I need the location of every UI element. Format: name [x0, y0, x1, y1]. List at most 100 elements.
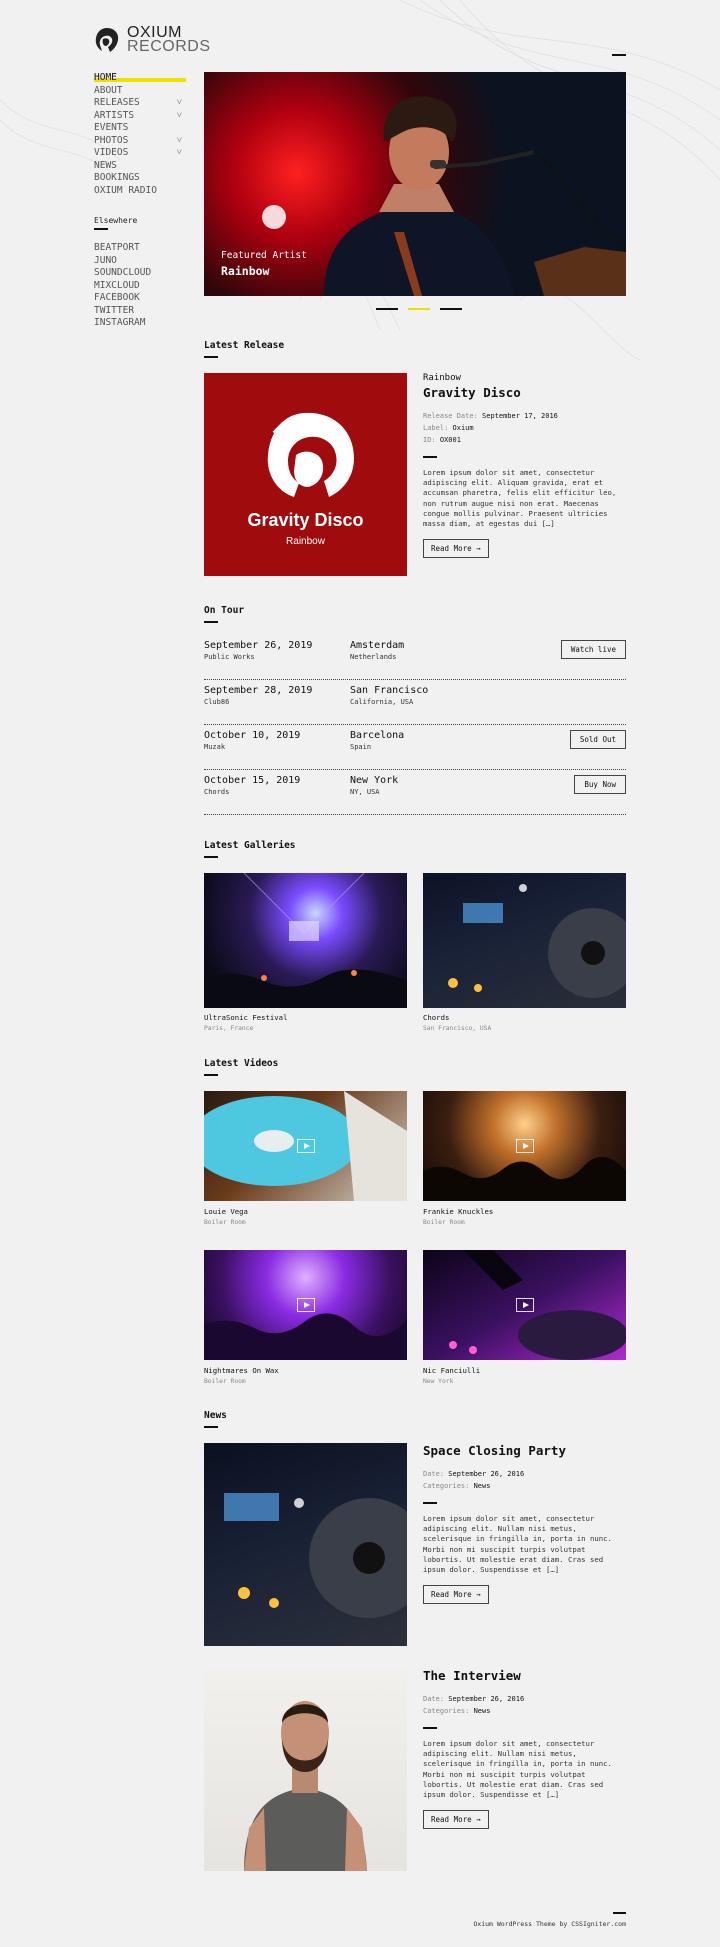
video-thumb-nic-fanciulli[interactable]	[423, 1250, 626, 1360]
heading-underline	[204, 856, 218, 858]
social-link-twitter[interactable]: TWITTER	[94, 305, 151, 318]
read-more-button[interactable]: Read More →	[423, 539, 489, 559]
release-title[interactable]: Gravity Disco	[423, 385, 626, 400]
logo-line2: RECORDS	[127, 38, 211, 55]
chevron-down-icon: ˅	[176, 109, 182, 121]
video-title[interactable]: Frankie Knuckles	[423, 1207, 493, 1216]
slider-dot-1[interactable]	[376, 308, 398, 310]
play-icon[interactable]	[296, 1139, 315, 1153]
nav-item-home[interactable]: HOME	[94, 72, 182, 85]
chevron-down-icon: ˅	[176, 97, 182, 108]
slider-dot-2[interactable]	[408, 308, 430, 310]
news-title[interactable]: Space Closing Party	[423, 1443, 626, 1458]
concert-stage-image	[204, 873, 407, 1008]
tour-city: Amsterdam	[350, 640, 405, 651]
video-title[interactable]: Nic Fanciulli	[423, 1366, 480, 1375]
buy-now-button[interactable]: Buy Now	[574, 775, 626, 794]
heading-text: Latest Videos	[204, 1058, 279, 1069]
nav-item-videos[interactable]: VIDEOS ˅	[94, 147, 182, 160]
main-nav: HOME ABOUT RELEASES ˅ ARTISTS ˅ EVENTS PHO…	[94, 72, 182, 197]
sold-out-button[interactable]: Sold Out	[569, 730, 626, 749]
meta-value[interactable]: News	[474, 1707, 491, 1715]
cover-subtitle: Rainbow	[286, 536, 325, 547]
video-title[interactable]: Nightmares On Wax	[204, 1366, 279, 1375]
hero-caption-small: Featured Artist	[221, 250, 307, 261]
hero-caption-title[interactable]: Rainbow	[221, 264, 269, 278]
nav-item-photos[interactable]: PHOTOS ˅	[94, 135, 182, 148]
play-icon[interactable]	[515, 1139, 534, 1153]
release-meta-id: ID: OX001	[423, 434, 626, 446]
footer-credit[interactable]: Oxium WordPress Theme by CSSIgniter.com	[473, 1920, 626, 1928]
nav-item-events[interactable]: EVENTS	[94, 122, 182, 135]
tour-row: September 28, 2019 Club86 San Francisco …	[204, 680, 626, 725]
social-link-beatport[interactable]: BEATPORT	[94, 242, 151, 255]
release-artist[interactable]: Rainbow	[423, 373, 626, 383]
gallery-thumb-ultrasonic[interactable]	[204, 873, 407, 1008]
tour-venue: Public Works	[204, 653, 255, 661]
lion-logo-icon	[95, 28, 119, 52]
video-thumb-frankie-knuckles[interactable]	[423, 1091, 626, 1201]
social-link-instagram[interactable]: INSTAGRAM	[94, 317, 151, 330]
meta-value: September 26, 2016	[448, 1695, 525, 1703]
news-info: The Interview Date: September 26, 2016 C…	[423, 1668, 626, 1830]
meta-value[interactable]: News	[474, 1482, 491, 1490]
social-link-soundcloud[interactable]: SOUNDCLOUD	[94, 267, 151, 280]
social-link-mixcloud[interactable]: MIXCLOUD	[94, 280, 151, 293]
nav-label: BOOKINGS	[94, 172, 140, 183]
tour-city: Barcelona	[350, 730, 405, 741]
hero-slider[interactable]: Featured Artist Rainbow	[204, 72, 626, 296]
release-info: Rainbow Gravity Disco Release Date: Sept…	[423, 373, 626, 559]
meta-label: ID:	[423, 436, 436, 444]
nav-item-news[interactable]: NEWS	[94, 160, 182, 173]
gallery-subtitle: Paris, France	[204, 1025, 254, 1032]
nav-item-artists[interactable]: ARTISTS ˅	[94, 110, 182, 123]
social-link-facebook[interactable]: FACEBOOK	[94, 292, 151, 305]
read-more-button[interactable]: Read More →	[423, 1585, 489, 1605]
tour-venue: Chords	[204, 788, 230, 796]
play-icon[interactable]	[296, 1298, 315, 1312]
tour-country: Netherlands	[350, 653, 397, 661]
slider-dot-3[interactable]	[440, 308, 462, 310]
news-excerpt: Lorem ipsum dolor sit amet, consectetur …	[423, 1739, 612, 1800]
heading-underline	[94, 228, 108, 230]
social-links: BEATPORT JUNO SOUNDCLOUD MIXCLOUD FACEBO…	[94, 242, 151, 330]
section-heading-latest-videos: Latest Videos	[204, 1058, 278, 1076]
section-heading-on-tour: On Tour	[204, 605, 244, 623]
nav-label: RELEASES	[94, 97, 140, 108]
menu-toggle-icon[interactable]	[612, 54, 626, 56]
nav-item-oxium-radio[interactable]: OXIUM RADIO	[94, 185, 182, 198]
news-meta-date: Date: September 26, 2016	[423, 1468, 626, 1480]
watch-live-button[interactable]: Watch live	[560, 640, 626, 659]
news-info: Space Closing Party Date: September 26, …	[423, 1443, 626, 1605]
news-title[interactable]: The Interview	[423, 1668, 626, 1683]
tour-venue: Club86	[204, 698, 230, 706]
gallery-title[interactable]: UltraSonic Festival	[204, 1013, 287, 1022]
gallery-title[interactable]: Chords	[423, 1013, 449, 1022]
slider-pagination	[376, 308, 462, 310]
news-thumb-space-closing-party[interactable]	[204, 1443, 407, 1646]
nav-label: NEWS	[94, 159, 117, 171]
site-logo[interactable]: OXIUM RECORDS	[93, 25, 211, 55]
tour-date: October 10, 2019	[204, 730, 301, 741]
video-title[interactable]: Louie Vega	[204, 1207, 248, 1216]
nav-item-bookings[interactable]: BOOKINGS	[94, 172, 182, 185]
release-cover[interactable]: Gravity Disco Rainbow	[204, 373, 407, 576]
play-icon[interactable]	[515, 1298, 534, 1312]
read-more-button[interactable]: Read More →	[423, 1810, 489, 1830]
nav-item-releases[interactable]: RELEASES ˅	[94, 97, 182, 110]
heading-text: Latest Galleries	[204, 840, 296, 851]
tour-row: September 26, 2019 Public Works Amsterda…	[204, 635, 626, 680]
gallery-thumb-chords[interactable]	[423, 873, 626, 1008]
hero-image-singer	[262, 96, 626, 296]
tour-country: California, USA	[350, 698, 414, 706]
news-thumb-the-interview[interactable]	[204, 1668, 407, 1871]
social-link-juno[interactable]: JUNO	[94, 255, 151, 268]
tour-country: NY, USA	[350, 788, 380, 796]
video-thumb-nightmares-on-wax[interactable]	[204, 1250, 407, 1360]
section-heading-latest-galleries: Latest Galleries	[204, 840, 296, 858]
heading-text: News	[204, 1410, 227, 1421]
nav-label: EVENTS	[94, 122, 129, 133]
video-subtitle: Boiler Room	[423, 1219, 465, 1226]
nav-item-about[interactable]: ABOUT	[94, 85, 182, 98]
video-thumb-louie-vega[interactable]	[204, 1091, 407, 1201]
